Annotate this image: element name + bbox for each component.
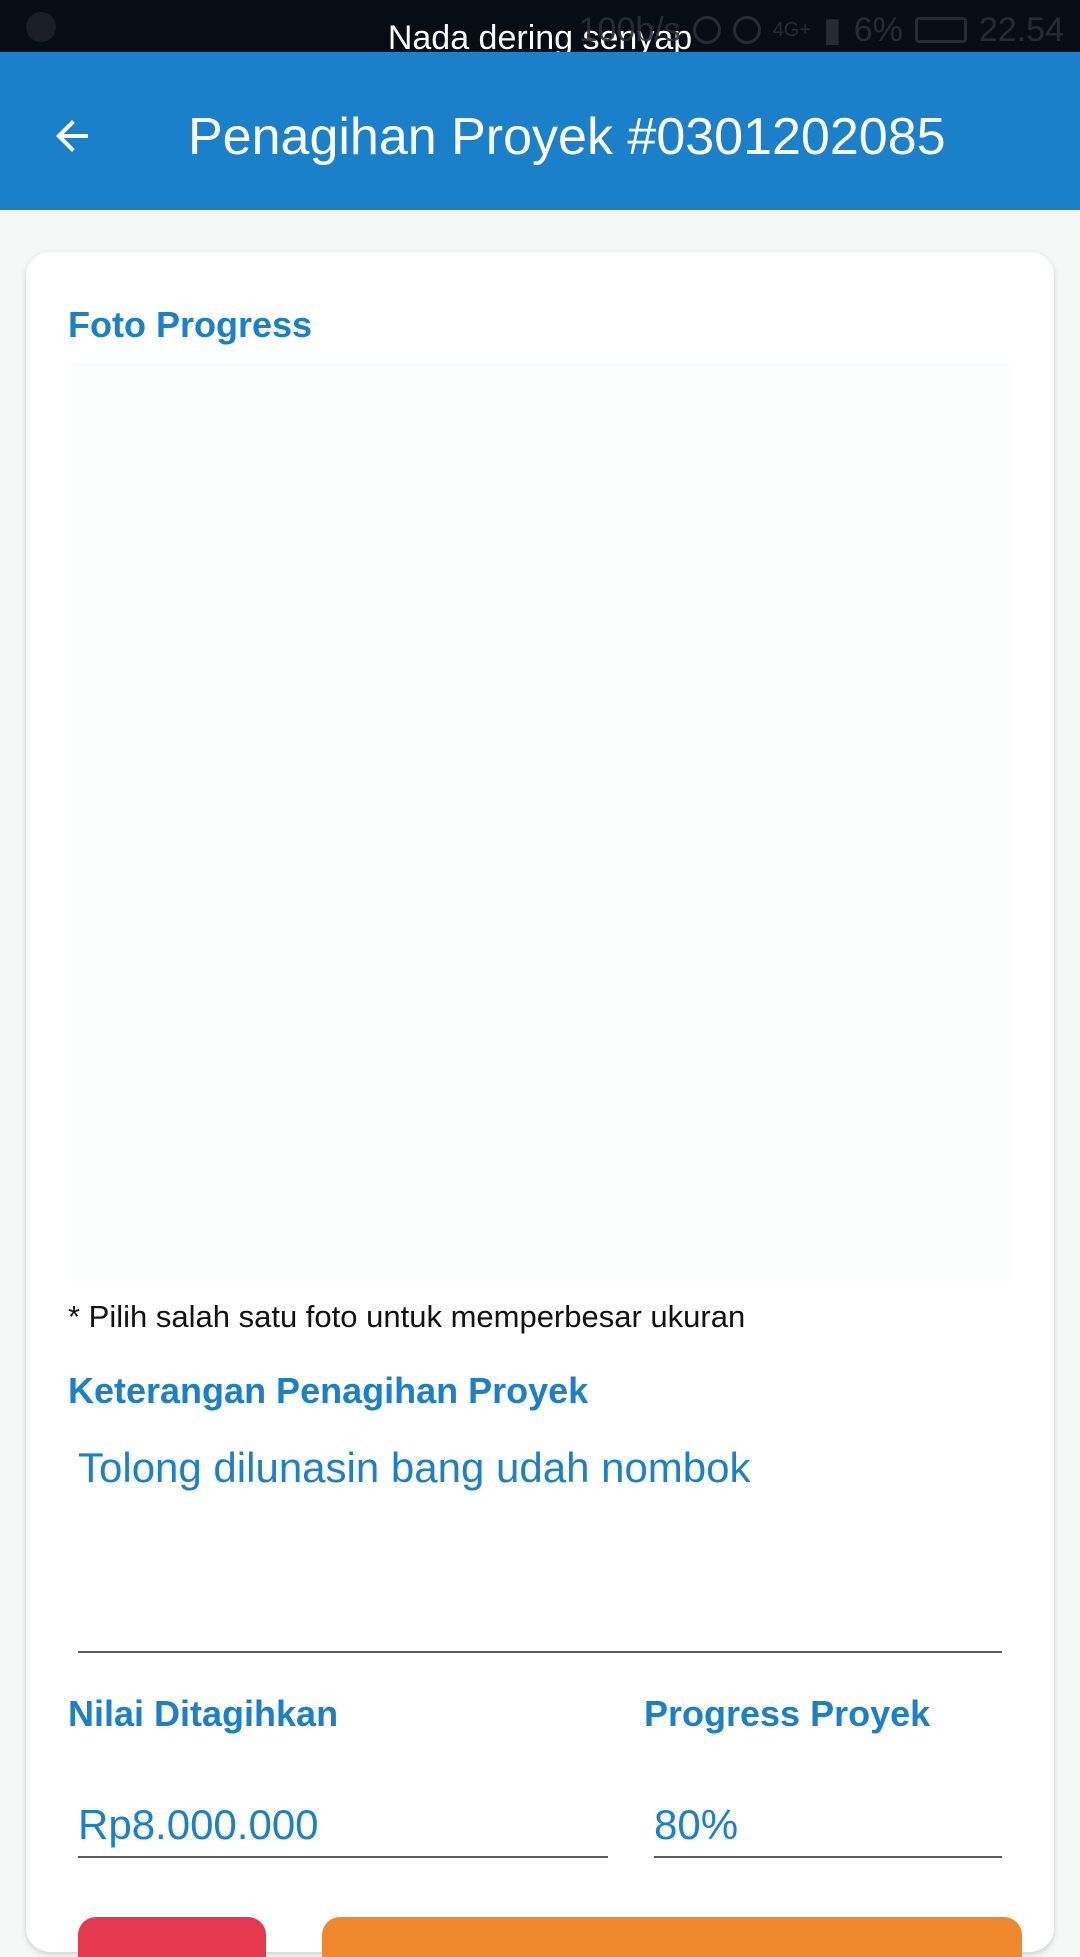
approve-button[interactable]	[322, 1917, 1022, 1957]
photo-progress-label: Foto Progress	[68, 304, 313, 345]
status-time: 22.54	[978, 11, 1064, 49]
description-label: Keterangan Penagihan Proyek	[68, 1370, 589, 1411]
signal-icon: ▮	[823, 11, 842, 49]
back-button[interactable]	[36, 100, 108, 172]
network-speed: 100b/s	[578, 11, 681, 49]
back-arrow-icon	[56, 120, 88, 152]
location-icon	[692, 16, 721, 44]
status-icons: 100b/s 4G+ ▮ 6% 22.54	[579, 10, 1064, 50]
silent-mode-icon	[732, 16, 761, 44]
progress-label: Progress Proyek	[644, 1693, 931, 1734]
progress-field[interactable]: 80%	[654, 1801, 738, 1849]
battery-percent: 6%	[853, 11, 903, 49]
app-bar: Penagihan Proyek #0301202085	[0, 52, 1080, 210]
progress-underline	[654, 1856, 1002, 1858]
reject-button[interactable]	[78, 1917, 266, 1957]
amount-underline	[78, 1856, 608, 1858]
photo-hint: * Pilih salah satu foto untuk memperbesa…	[68, 1299, 746, 1334]
network-type: 4G+	[772, 19, 812, 41]
billing-card: Foto Progress * Pilih salah satu foto un…	[26, 252, 1054, 1957]
battery-icon	[914, 17, 967, 43]
description-underline	[78, 1651, 1002, 1653]
amount-label: Nilai Ditagihkan	[68, 1693, 339, 1734]
description-field[interactable]: Tolong dilunasin bang udah nombok	[78, 1444, 751, 1492]
amount-field[interactable]: Rp8.000.000	[78, 1801, 319, 1849]
page-title: Penagihan Proyek #0301202085	[188, 108, 946, 166]
photo-gallery[interactable]	[68, 362, 1012, 1282]
status-bar: Nada dering senyap 100b/s 4G+ ▮ 6% 22.54	[0, 0, 1080, 52]
